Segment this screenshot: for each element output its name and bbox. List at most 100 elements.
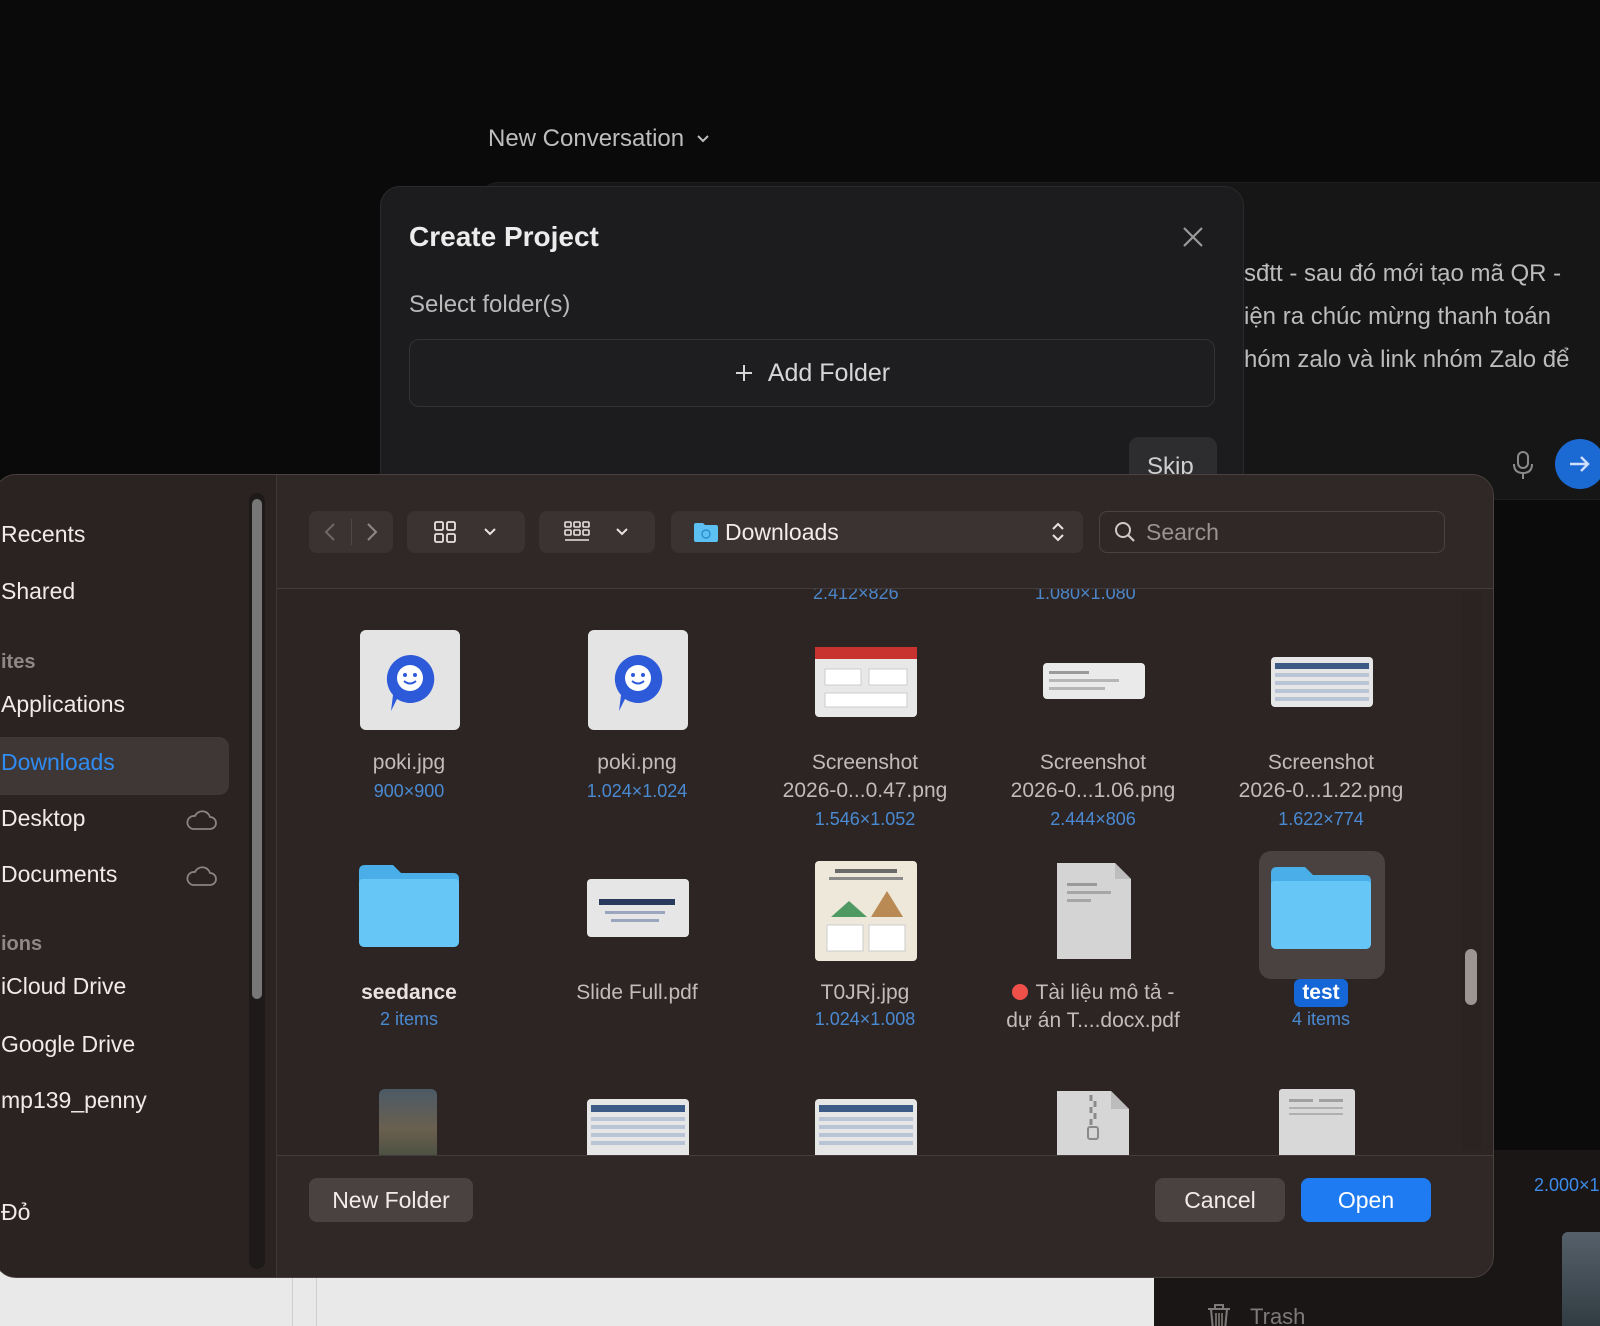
nav-buttons <box>309 511 393 553</box>
sidebar-item-documents[interactable]: Documents <box>1 861 117 888</box>
file-item[interactable]: Slide Full.pdf <box>525 851 749 1051</box>
file-thumbnail <box>1562 1232 1600 1326</box>
file-name: Screenshot 2026-0...1.22.png <box>1238 751 1404 802</box>
red-tag-dot <box>1011 984 1028 1000</box>
content-scrollbar[interactable] <box>1465 949 1477 1005</box>
trash-label[interactable]: Trash <box>1250 1304 1305 1326</box>
file-name: poki.jpg <box>372 751 446 774</box>
dialog-footer: New Folder Cancel Open <box>277 1155 1493 1277</box>
file-meta: 2.412×826 <box>813 589 899 603</box>
background-panel <box>0 1270 1154 1326</box>
conversation-title-dropdown[interactable]: New Conversation <box>488 125 710 153</box>
chat-message-text: sđtt - sau đó mới tạo mã QR - iện ra chú… <box>1244 260 1570 373</box>
file-name: Slide Full.pdf <box>576 981 698 1004</box>
sidebar-section-favorites: ites <box>1 651 36 673</box>
file-meta: 1.080×1.080 <box>1035 589 1136 603</box>
add-folder-button[interactable]: Add Folder <box>409 339 1215 407</box>
search-placeholder: Search <box>1146 518 1219 545</box>
cloud-icon <box>186 810 217 830</box>
add-folder-label: Add Folder <box>767 358 891 387</box>
sidebar-item-google-drive[interactable]: Google Drive <box>1 1031 135 1058</box>
chevron-left-icon <box>324 523 335 541</box>
zip-archive-icon[interactable] <box>1055 1089 1131 1155</box>
search-field[interactable]: Search <box>1099 511 1445 553</box>
conversation-title: New Conversation <box>488 125 685 152</box>
document-thumbnail[interactable] <box>1279 1089 1355 1155</box>
cancel-button[interactable]: Cancel <box>1155 1178 1285 1222</box>
file-meta: 2 items <box>379 1009 439 1029</box>
sidebar-item-user-home[interactable]: mp139_penny <box>1 1087 147 1114</box>
file-name: Tài liệu mô tả - dự án T....docx.pdf <box>1006 981 1180 1032</box>
file-item[interactable]: poki.png 1.024×1.024 <box>525 619 749 819</box>
downloads-folder-icon <box>694 523 718 542</box>
search-icon <box>1115 522 1135 542</box>
folder-item[interactable]: seedance 2 items <box>297 851 521 1051</box>
content-scrollbar-track <box>1461 591 1481 1151</box>
sidebar-item-tag-red[interactable]: Đỏ <box>1 1199 30 1226</box>
sidebar-item-recents[interactable]: Recents <box>1 521 85 548</box>
file-name: T0JRj.jpg <box>820 981 910 1004</box>
plus-icon <box>735 365 752 381</box>
file-meta: 900×900 <box>373 781 445 801</box>
file-open-dialog: Recents Shared ites Applications Downloa… <box>0 474 1494 1278</box>
location-popup[interactable]: Downloads <box>671 511 1083 553</box>
group-grid-icon <box>564 521 590 541</box>
file-name: Screenshot 2026-0...1.06.png <box>1010 751 1176 802</box>
group-button[interactable] <box>539 511 615 553</box>
file-grid: 2.412×826 1.080×1.080 poki.jpg 900×900 p… <box>277 589 1493 1155</box>
sidebar-item-downloads[interactable]: Downloads <box>1 749 115 776</box>
image-thumbnail <box>1271 657 1373 707</box>
image-thumbnail <box>1043 663 1145 699</box>
file-meta: 1.546×1.052 <box>814 809 916 829</box>
modal-title: Create Project <box>409 221 599 252</box>
image-thumbnail <box>588 630 688 730</box>
image-thumbnail[interactable] <box>587 1099 689 1155</box>
image-thumbnail <box>815 861 917 961</box>
folder-icon <box>359 865 459 947</box>
image-thumbnail[interactable] <box>379 1089 437 1155</box>
file-name: test <box>1209 979 1433 1007</box>
modal-subtitle: Select folder(s) <box>409 291 571 318</box>
dialog-sidebar: Recents Shared ites Applications Downloa… <box>0 475 277 1277</box>
location-current: Downloads <box>693 519 839 546</box>
view-mode-selector[interactable] <box>407 511 525 553</box>
file-meta: 1.024×1.024 <box>586 781 688 801</box>
close-icon[interactable] <box>1181 225 1205 249</box>
location-label: Downloads <box>725 518 839 545</box>
sidebar-item-desktop[interactable]: Desktop <box>1 805 85 832</box>
folder-icon <box>1271 867 1371 949</box>
dialog-toolbar: Downloads Search <box>277 475 1493 589</box>
sidebar-item-shared[interactable]: Shared <box>1 578 75 605</box>
send-button[interactable] <box>1555 439 1600 489</box>
sidebar-item-icloud-drive[interactable]: iCloud Drive <box>1 973 126 1000</box>
file-item[interactable]: T0JRj.jpg 1.024×1.008 <box>753 851 977 1051</box>
image-thumbnail[interactable] <box>815 1099 917 1155</box>
file-meta: 1.024×1.008 <box>814 1009 916 1029</box>
file-item[interactable]: Screenshot 2026-0...1.22.png 1.622×774 <box>1209 619 1433 839</box>
forward-button[interactable] <box>351 511 393 553</box>
image-thumbnail <box>360 630 460 730</box>
cloud-icon <box>186 866 217 886</box>
file-name: Screenshot 2026-0...0.47.png <box>782 751 948 802</box>
document-thumbnail <box>1057 863 1131 959</box>
sidebar-item-applications[interactable]: Applications <box>1 691 125 718</box>
grid-icon <box>434 521 456 543</box>
microphone-icon[interactable] <box>1510 450 1536 480</box>
file-item[interactable]: Screenshot 2026-0...0.47.png 1.546×1.052 <box>753 619 977 839</box>
sidebar-scrollbar[interactable] <box>252 499 262 999</box>
file-item[interactable]: Tài liệu mô tả - dự án T....docx.pdf <box>981 851 1205 1051</box>
new-folder-button[interactable]: New Folder <box>309 1178 473 1222</box>
folder-item-selected[interactable]: test 4 items <box>1209 851 1433 1051</box>
group-by-selector[interactable] <box>539 511 655 553</box>
chevron-down-icon <box>484 528 496 536</box>
icon-view-button[interactable] <box>407 511 483 553</box>
file-name: seedance <box>361 981 457 1004</box>
open-button[interactable]: Open <box>1301 1178 1431 1222</box>
trash-icon <box>1208 1304 1230 1326</box>
chevron-down-icon <box>616 528 628 536</box>
back-button[interactable] <box>309 511 351 553</box>
file-item[interactable]: Screenshot 2026-0...1.06.png 2.444×806 <box>981 619 1205 839</box>
file-item[interactable]: poki.jpg 900×900 <box>297 619 521 819</box>
file-meta: 1.622×774 <box>1278 809 1364 829</box>
file-name: poki.png <box>597 751 677 774</box>
